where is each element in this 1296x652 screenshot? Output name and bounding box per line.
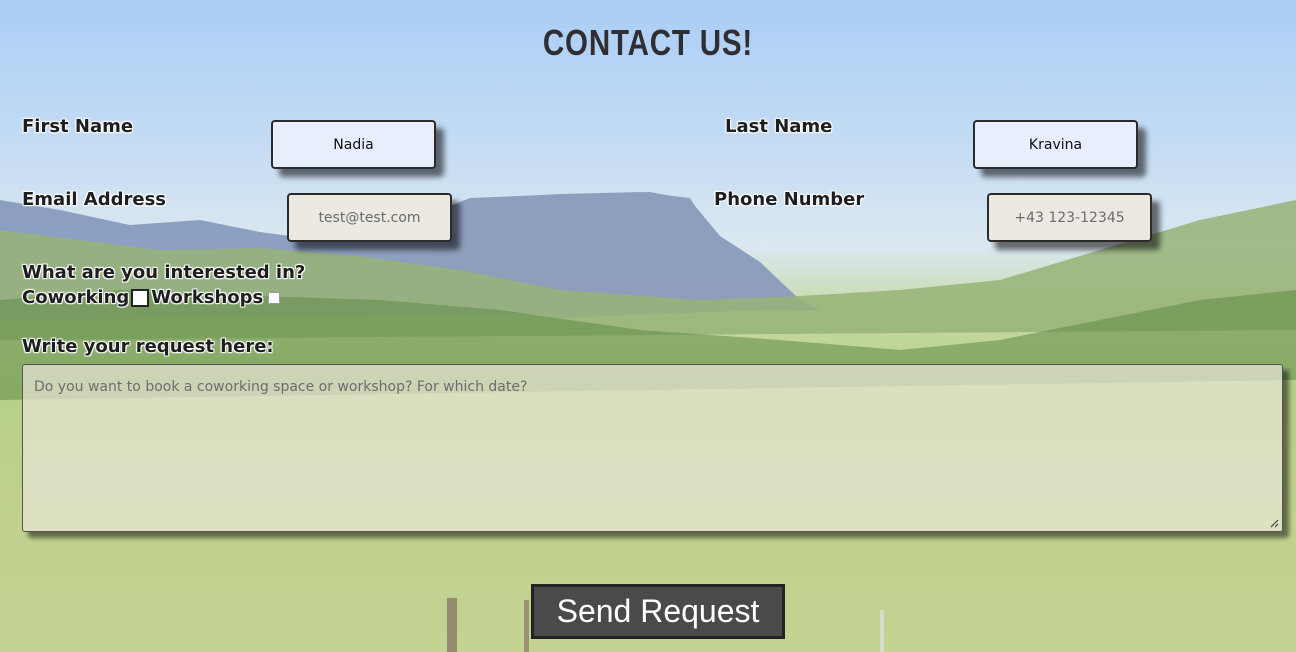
- coworking-checkbox[interactable]: [131, 288, 150, 307]
- send-request-button[interactable]: Send Request: [531, 584, 785, 639]
- email-placeholder: test@test.com: [318, 209, 421, 226]
- interests-question: What are you interested in?: [22, 262, 306, 283]
- first-name-label: First Name: [22, 116, 134, 137]
- interests-options: Coworking Workshops: [22, 287, 281, 308]
- last-name-input[interactable]: Kravina: [973, 120, 1138, 169]
- workshops-checkbox[interactable]: [268, 291, 281, 304]
- first-name-value: Nadia: [333, 136, 374, 153]
- email-label: Email Address: [22, 189, 167, 210]
- phone-input[interactable]: +43 123-12345: [987, 193, 1152, 242]
- first-name-input[interactable]: Nadia: [271, 120, 436, 169]
- last-name-label: Last Name: [725, 116, 833, 137]
- resize-handle-icon[interactable]: [1269, 518, 1279, 528]
- request-textarea[interactable]: Do you want to book a coworking space or…: [22, 364, 1283, 532]
- last-name-value: Kravina: [1028, 136, 1083, 153]
- coworking-label: Coworking: [22, 287, 130, 308]
- page-title: CONTACT US!: [542, 22, 754, 63]
- background-landscape-image: [0, 0, 1296, 652]
- request-label: Write your request here:: [22, 336, 274, 357]
- workshops-label: Workshops: [151, 287, 264, 308]
- phone-placeholder: +43 123-12345: [1014, 209, 1125, 226]
- request-placeholder: Do you want to book a coworking space or…: [34, 379, 528, 395]
- email-input[interactable]: test@test.com: [287, 193, 452, 242]
- phone-label: Phone Number: [714, 189, 865, 210]
